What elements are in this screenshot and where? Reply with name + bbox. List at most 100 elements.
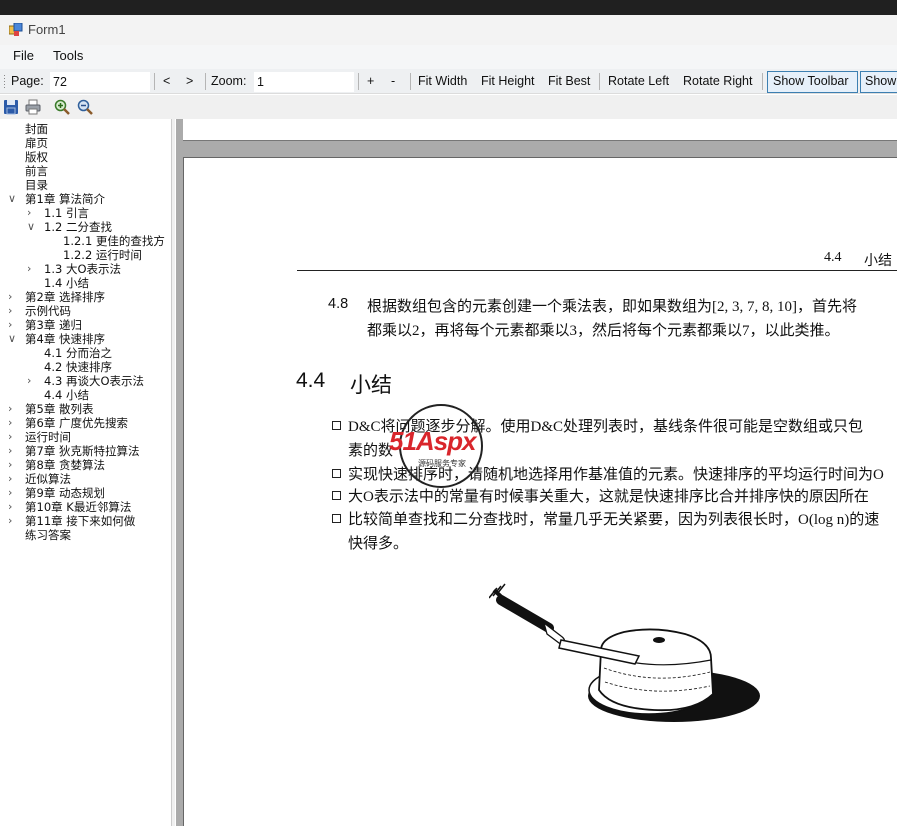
menu-tools[interactable]: Tools xyxy=(53,48,83,63)
running-header-title: 小结 xyxy=(864,254,892,269)
tree-node[interactable]: 封面 xyxy=(25,122,48,136)
os-top-strip xyxy=(0,0,897,15)
watermark-brand: 51Aspx xyxy=(389,426,476,456)
print-icon[interactable] xyxy=(25,99,41,115)
fit-width-button[interactable]: Fit Width xyxy=(418,74,467,88)
rotate-right-button[interactable]: Rotate Right xyxy=(683,74,752,88)
tree-node[interactable]: 目录 xyxy=(25,178,48,192)
tree-node[interactable]: 第11章 接下来如何做 xyxy=(25,514,135,528)
page-label: Page: xyxy=(11,74,44,88)
chevron-right-icon[interactable]: › xyxy=(8,430,12,443)
next-page-button[interactable]: > xyxy=(186,74,193,88)
tree-node[interactable]: 第3章 递归 xyxy=(25,318,82,332)
tree-node[interactable]: 前言 xyxy=(25,164,48,178)
save-icon[interactable] xyxy=(3,99,19,115)
chevron-right-icon[interactable]: › xyxy=(8,458,12,471)
tree-node[interactable]: 1.2.2 运行时间 xyxy=(63,248,142,262)
cake-knife-illustration xyxy=(489,583,760,722)
form-app-icon xyxy=(9,23,23,36)
tree-node[interactable]: 第2章 选择排序 xyxy=(25,290,105,304)
section-number: 4.4 xyxy=(296,369,326,392)
tree-node[interactable]: 第8章 贪婪算法 xyxy=(25,458,105,472)
chevron-right-icon[interactable]: › xyxy=(8,318,12,331)
window-title: Form1 xyxy=(28,22,66,37)
tree-node[interactable]: 第4章 快速排序 xyxy=(25,332,105,346)
tree-node[interactable]: 练习答案 xyxy=(25,528,71,542)
zoom-in-button[interactable]: + xyxy=(367,74,374,88)
tree-node[interactable]: 运行时间 xyxy=(25,430,71,444)
tree-node[interactable]: 1.3 大O表示法 xyxy=(44,262,121,276)
chevron-down-icon[interactable]: ∨ xyxy=(27,220,35,233)
bookmark-tree[interactable]: 封面 扉页 版权 前言 目录 ∨ 第1章 算法简介 › 1.1 引言 ∨ 1.2 二分查找 1.2.1… xyxy=(0,119,171,826)
bullet-marker xyxy=(332,421,341,430)
tree-node[interactable]: 1.2.1 更佳的查找方 xyxy=(63,234,165,248)
tree-node[interactable]: 第9章 动态规划 xyxy=(25,486,105,500)
tree-node[interactable]: 扉页 xyxy=(25,136,48,150)
splitter[interactable] xyxy=(171,119,175,826)
tree-node[interactable]: 第6章 广度优先搜索 xyxy=(25,416,128,430)
prev-page-button[interactable]: < xyxy=(163,74,170,88)
show-button-label[interactable]: Show xyxy=(865,74,896,88)
tree-node[interactable]: 第7章 狄克斯特拉算法 xyxy=(25,444,139,458)
tree-node[interactable]: 1.1 引言 xyxy=(44,206,89,220)
chevron-right-icon[interactable]: › xyxy=(27,262,31,275)
zoom-input[interactable]: 1 xyxy=(254,72,354,92)
tree-node[interactable]: 4.3 再谈大O表示法 xyxy=(44,374,144,388)
bullet-4-line2: 快得多。 xyxy=(348,536,409,552)
tree-node[interactable]: 近似算法 xyxy=(25,472,71,486)
chevron-right-icon[interactable]: › xyxy=(8,290,12,303)
chevron-right-icon[interactable]: › xyxy=(27,206,31,219)
chevron-down-icon[interactable]: ∨ xyxy=(8,332,16,345)
tree-node[interactable]: 1.2 二分查找 xyxy=(44,220,112,234)
watermark-subtitle: 源码服务专家 xyxy=(418,459,466,468)
bullet-1-line2: 素的数 xyxy=(348,443,394,459)
chevron-down-icon[interactable]: ∨ xyxy=(8,192,16,205)
icon-toolbar xyxy=(0,95,897,119)
bullet-marker xyxy=(332,491,341,500)
toolbar-separator xyxy=(358,73,359,90)
chevron-right-icon[interactable]: › xyxy=(8,304,12,317)
chevron-right-icon[interactable]: › xyxy=(27,374,31,387)
zoom-out-button[interactable]: - xyxy=(391,74,395,88)
fit-best-button[interactable]: Fit Best xyxy=(548,74,590,88)
tree-node[interactable]: 4.4 小结 xyxy=(44,388,89,402)
fit-height-button[interactable]: Fit Height xyxy=(481,74,535,88)
title-bar: Form1 xyxy=(0,15,897,45)
zoom-out-icon[interactable] xyxy=(77,99,93,115)
header-rule xyxy=(297,270,897,271)
pdf-viewer[interactable]: 4.4 小结 4.8 根据数组包含的元素创建一个乘法表，即如果数组为[2, 3,… xyxy=(176,119,897,826)
bullet-marker xyxy=(332,514,341,523)
toolbar-separator xyxy=(599,73,600,90)
chevron-right-icon[interactable]: › xyxy=(8,472,12,485)
previous-page xyxy=(183,119,897,141)
toolbar-grip[interactable] xyxy=(3,74,6,89)
zoom-in-icon[interactable] xyxy=(54,99,70,115)
exercise-number: 4.8 xyxy=(328,296,349,312)
menu-bar xyxy=(0,45,897,69)
show-toolbar-label[interactable]: Show Toolbar xyxy=(773,74,849,88)
toolbar-separator xyxy=(410,73,411,90)
tree-node[interactable]: 版权 xyxy=(25,150,48,164)
page-number-input[interactable]: 72 xyxy=(50,72,150,92)
section-title: 小结 xyxy=(350,373,392,397)
bullet-marker xyxy=(332,469,341,478)
tree-node[interactable]: 第1章 算法简介 xyxy=(25,192,105,206)
tree-node[interactable]: 示例代码 xyxy=(25,304,71,318)
tree-node[interactable]: 4.2 快速排序 xyxy=(44,360,112,374)
chevron-right-icon[interactable]: › xyxy=(8,500,12,513)
tree-node[interactable]: 4.1 分而治之 xyxy=(44,346,112,360)
chevron-right-icon[interactable]: › xyxy=(8,514,12,527)
toolbar-separator xyxy=(762,73,763,90)
chevron-right-icon[interactable]: › xyxy=(8,444,12,457)
toolbar-separator xyxy=(154,73,155,90)
exercise-text-line1: 根据数组包含的元素创建一个乘法表，即如果数组为[2, 3, 7, 8, 10]，… xyxy=(367,299,857,315)
pdf-page: 4.4 小结 4.8 根据数组包含的元素创建一个乘法表，即如果数组为[2, 3,… xyxy=(183,157,897,826)
chevron-right-icon[interactable]: › xyxy=(8,402,12,415)
chevron-right-icon[interactable]: › xyxy=(8,486,12,499)
tree-node[interactable]: 第5章 散列表 xyxy=(25,402,93,416)
tree-node[interactable]: 1.4 小结 xyxy=(44,276,89,290)
chevron-right-icon[interactable]: › xyxy=(8,416,12,429)
rotate-left-button[interactable]: Rotate Left xyxy=(608,74,669,88)
menu-file[interactable]: File xyxy=(13,48,34,63)
tree-node[interactable]: 第10章 K最近邻算法 xyxy=(25,500,131,514)
